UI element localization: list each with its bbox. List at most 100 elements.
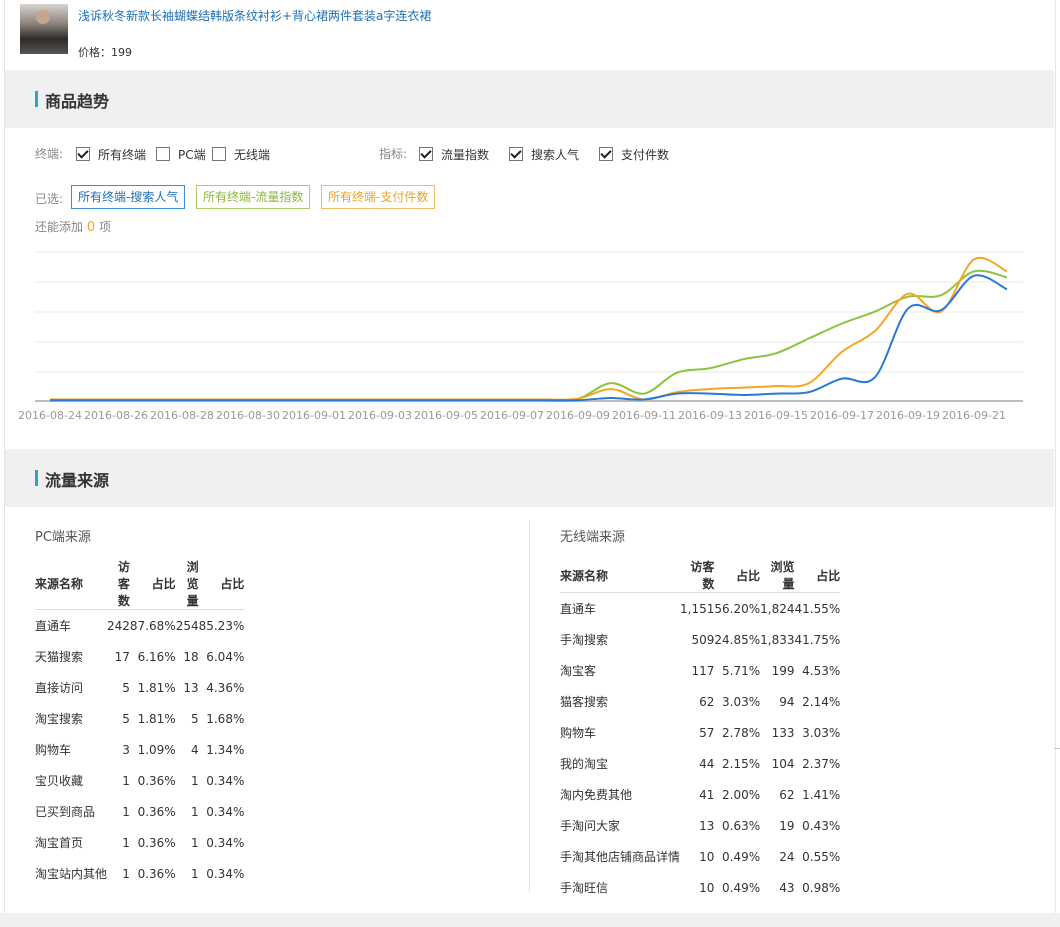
table-cell: 0.98% <box>802 880 841 895</box>
table-cell: 1.81% <box>137 680 176 695</box>
table-header-row: 来源名称 访客数 占比 浏览量 占比 <box>560 558 841 593</box>
table-cell: 24.85% <box>714 632 761 647</box>
table-cell: 淘内免费其他 <box>560 788 633 802</box>
table-cell: 62 <box>699 694 715 709</box>
table-row[interactable]: 购物车 3 1.09% 4 1.34% <box>35 734 244 765</box>
table-cell: 41 <box>699 787 715 802</box>
table-cell: 直通车 <box>560 602 597 616</box>
table-cell: 购物车 <box>35 743 72 757</box>
table-cell: 4.36% <box>206 680 245 695</box>
column-header: 来源名称 <box>560 558 681 593</box>
table-row[interactable]: 手淘搜索 509 24.85% 1,833 41.75% <box>560 624 840 655</box>
table-cell: 6.04% <box>206 649 245 664</box>
table-cell: 2.00% <box>722 787 761 802</box>
table-cell: 直接访问 <box>35 681 84 695</box>
table-cell: 3 <box>122 742 130 757</box>
table-cell: 1.81% <box>137 711 176 726</box>
table-cell: 手淘旺信 <box>560 881 609 895</box>
table-cell: 1 <box>190 866 199 881</box>
table-cell: 242 <box>107 618 130 633</box>
table-cell: 0.36% <box>137 804 176 819</box>
table-cell: 18 <box>183 649 199 664</box>
column-divider <box>529 520 530 892</box>
table-cell: 41.55% <box>794 601 841 616</box>
table-row[interactable]: 购物车 57 2.78% 133 3.03% <box>560 717 840 748</box>
pc-sources-title: PC端来源 <box>35 530 91 545</box>
table-row[interactable]: 手淘其他店铺商品详情 10 0.49% 24 0.55% <box>560 841 840 872</box>
table-cell: 3.03% <box>802 725 841 740</box>
table-cell: 0.34% <box>206 804 245 819</box>
chart-x-tick-label: 2016-08-28 <box>150 409 214 422</box>
chart-x-tick-label: 2016-09-15 <box>744 409 808 422</box>
table-cell: 购物车 <box>560 726 597 740</box>
column-header: 占比 <box>794 558 841 593</box>
table-cell: 0.36% <box>137 773 176 788</box>
column-header: 占比 <box>198 558 245 610</box>
table-row[interactable]: 手淘旺信 10 0.49% 43 0.98% <box>560 872 840 903</box>
table-row[interactable]: 淘宝首页 1 0.36% 1 0.34% <box>35 827 244 858</box>
chart-x-tick-label: 2016-09-05 <box>414 409 478 422</box>
table-cell: 宝贝收藏 <box>35 774 84 788</box>
table-cell: 天猫搜索 <box>35 650 84 664</box>
table-cell: 104 <box>771 756 795 771</box>
table-cell: 2.37% <box>802 756 841 771</box>
table-cell: 24 <box>779 849 795 864</box>
table-cell: 4.53% <box>802 663 841 678</box>
chart-x-tick-label: 2016-09-07 <box>480 409 544 422</box>
edge-mark <box>1054 748 1060 749</box>
table-cell: 手淘搜索 <box>560 633 609 647</box>
table-cell: 0.55% <box>802 849 841 864</box>
table-cell: 41.75% <box>794 632 841 647</box>
table-cell: 1 <box>190 773 199 788</box>
chart-x-tick-label: 2016-09-19 <box>876 409 940 422</box>
table-cell: 1,151 <box>680 601 715 616</box>
table-row[interactable]: 已买到商品 1 0.36% 1 0.34% <box>35 796 244 827</box>
table-cell: 4 <box>190 742 199 757</box>
table-cell: 199 <box>771 663 795 678</box>
table-row[interactable]: 直通车 242 87.68% 254 85.23% <box>35 610 244 642</box>
column-header: 浏览量 <box>760 558 795 593</box>
table-row[interactable]: 猫客搜索 62 3.03% 94 2.14% <box>560 686 840 717</box>
table-row[interactable]: 我的淘宝 44 2.15% 104 2.37% <box>560 748 840 779</box>
table-cell: 0.43% <box>802 818 841 833</box>
mobile-sources-table: 来源名称 访客数 占比 浏览量 占比 直通车 1,151 56.20% 1,824 41.55%… <box>560 558 841 903</box>
bottom-strip <box>0 913 1060 927</box>
table-row[interactable]: 直通车 1,151 56.20% 1,824 41.55% <box>560 593 840 625</box>
table-cell: 6.16% <box>137 649 176 664</box>
table-cell: 手淘其他店铺商品详情 <box>560 850 681 864</box>
table-cell: 0.49% <box>722 849 761 864</box>
table-cell: 2.78% <box>722 725 761 740</box>
table-cell: 57 <box>699 725 715 740</box>
chart-series-line-1 <box>49 256 1008 401</box>
table-cell: 1 <box>190 804 199 819</box>
table-row[interactable]: 直接访问 5 1.81% 13 4.36% <box>35 672 244 703</box>
chart-x-tick-label: 2016-08-26 <box>84 409 148 422</box>
table-cell: 5 <box>190 711 199 726</box>
table-row[interactable]: 淘内免费其他 41 2.00% 62 1.41% <box>560 779 840 810</box>
table-cell: 13 <box>699 818 715 833</box>
column-header: 来源名称 <box>35 558 108 610</box>
table-cell: 直通车 <box>35 619 72 633</box>
table-cell: 509 <box>691 632 715 647</box>
table-cell: 43 <box>779 880 795 895</box>
table-cell: 62 <box>779 787 795 802</box>
pc-sources-table: 来源名称 访客数 占比 浏览量 占比 直通车 242 87.68% 254 85.23% 天猫搜索… <box>35 558 245 889</box>
table-row[interactable]: 淘宝站内其他 1 0.36% 1 0.34% <box>35 858 244 889</box>
table-row[interactable]: 天猫搜索 17 6.16% 18 6.04% <box>35 641 244 672</box>
table-row[interactable]: 淘宝搜索 5 1.81% 5 1.68% <box>35 703 244 734</box>
table-cell: 猫客搜索 <box>560 695 609 709</box>
chart-x-tick-label: 2016-09-01 <box>282 409 346 422</box>
table-cell: 254 <box>175 618 199 633</box>
table-row[interactable]: 淘宝客 117 5.71% 199 4.53% <box>560 655 840 686</box>
table-row[interactable]: 手淘问大家 13 0.63% 19 0.43% <box>560 810 840 841</box>
section-accent-bar <box>35 470 38 486</box>
table-row[interactable]: 宝贝收藏 1 0.36% 1 0.34% <box>35 765 244 796</box>
column-header: 访客数 <box>107 558 130 610</box>
table-cell: 1.41% <box>802 787 841 802</box>
table-cell: 10 <box>699 849 715 864</box>
table-cell: 87.68% <box>129 618 176 633</box>
column-header: 浏览量 <box>175 558 199 610</box>
table-cell: 1 <box>122 866 130 881</box>
trend-chart[interactable]: 2016-08-24 2016-08-26 2016-08-28 2016-08-30… <box>0 0 1060 440</box>
table-cell: 0.49% <box>722 880 761 895</box>
